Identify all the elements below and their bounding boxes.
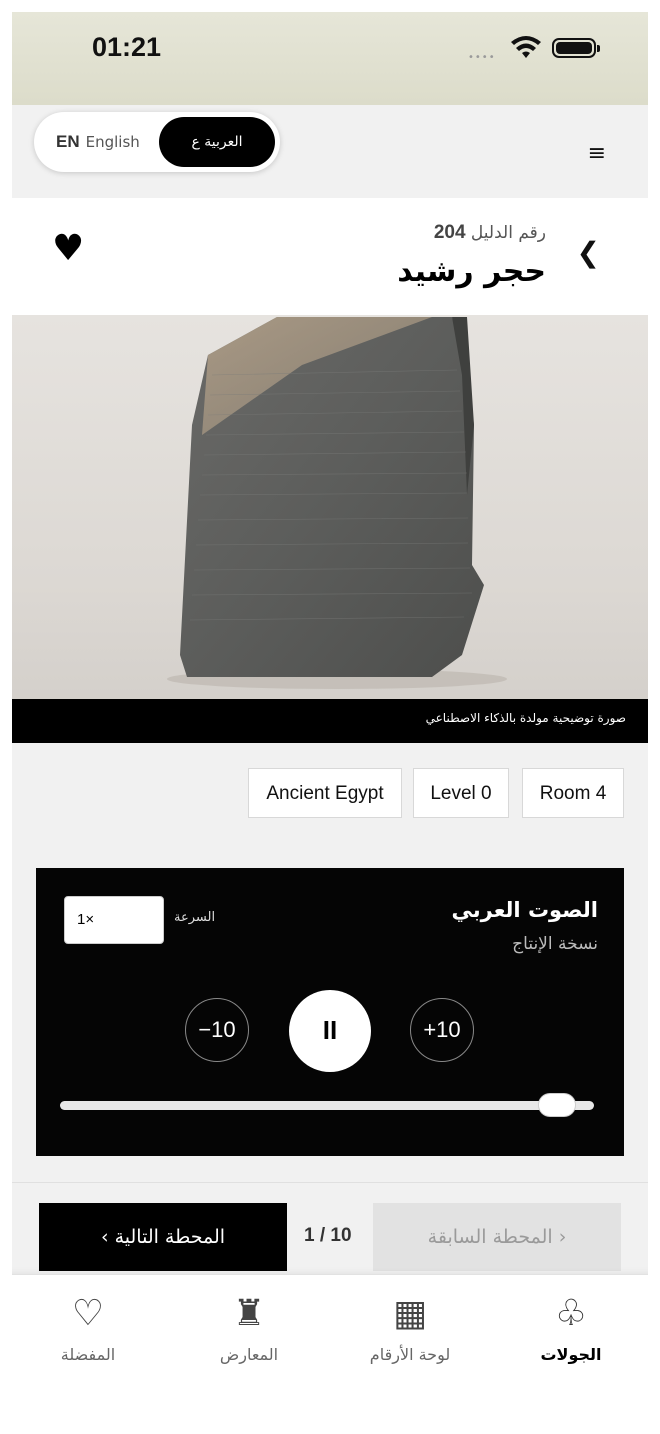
stop-navigation: المحطة التالية › 1 / 10 ‹ المحطة السابقة xyxy=(12,1182,648,1283)
battery-icon xyxy=(552,38,600,58)
app-header: EN English العربية ع ≡ xyxy=(12,105,648,197)
tab-favorites[interactable]: ♡ المفضلة xyxy=(12,1289,168,1364)
language-english-option[interactable]: EN English xyxy=(56,132,140,152)
catalog-number: رقم الدليل 204 xyxy=(434,222,546,244)
wifi-icon xyxy=(511,36,541,58)
tag-gallery[interactable]: Ancient Egypt xyxy=(248,768,402,818)
tab-galleries-label: المعارض xyxy=(219,1345,279,1364)
tab-tours[interactable]: ♧ الجولات xyxy=(491,1289,648,1364)
rook-icon: ♜ xyxy=(232,1293,266,1334)
audio-title: الصوت العربي xyxy=(451,898,599,922)
forward-10-button[interactable]: +10 xyxy=(410,998,474,1062)
tab-keypad[interactable]: ▦ لوحة الأرقام xyxy=(330,1289,490,1364)
language-en-code: EN xyxy=(56,132,80,151)
hamburger-menu-icon[interactable]: ≡ xyxy=(588,141,606,166)
speed-select[interactable]: 1× xyxy=(64,896,164,944)
heart-outline-icon: ♡ xyxy=(71,1293,105,1334)
language-arabic-option[interactable]: العربية ع xyxy=(159,117,275,167)
audio-subtitle: نسخة الإنتاج xyxy=(512,934,598,954)
object-image xyxy=(12,315,648,699)
back-chevron-icon[interactable]: ❮ xyxy=(577,236,600,269)
rosetta-stone-image xyxy=(167,317,507,689)
language-toggle[interactable]: EN English العربية ع xyxy=(34,112,280,172)
audio-player: الصوت العربي نسخة الإنتاج السرعة 1× −10 … xyxy=(36,868,624,1156)
tab-keypad-label: لوحة الأرقام xyxy=(369,1345,451,1364)
tag-level[interactable]: Level 0 xyxy=(413,768,509,818)
tab-favorites-label: المفضلة xyxy=(60,1345,116,1364)
tab-tours-label: الجولات xyxy=(540,1345,602,1364)
next-stop-button[interactable]: المحطة التالية › xyxy=(39,1203,287,1271)
app-screen: 01:21 •••• EN English العربية ع ≡ ♥ رقم ا… xyxy=(12,12,648,1434)
tab-galleries[interactable]: ♜ المعارض xyxy=(169,1289,329,1364)
image-caption: صورة توضيحية مولدة بالذكاء الاصطناعي xyxy=(425,711,626,725)
keypad-grid-icon: ▦ xyxy=(392,1293,427,1334)
object-title: حجر رشيد xyxy=(397,254,546,289)
audio-progress-track[interactable] xyxy=(60,1101,594,1110)
favorite-heart-icon[interactable]: ♥ xyxy=(52,228,84,269)
previous-stop-button[interactable]: ‹ المحطة السابقة xyxy=(373,1203,621,1271)
speed-value: 1× xyxy=(77,911,95,928)
rewind-10-button[interactable]: −10 xyxy=(185,998,249,1062)
bottom-tab-bar: ♡ المفضلة ♜ المعارض ▦ لوحة الأرقام ♧ الج… xyxy=(12,1274,648,1434)
catalog-number-value: 204 xyxy=(433,222,466,243)
pause-button[interactable]: II xyxy=(289,990,371,1072)
club-icon: ♧ xyxy=(554,1293,588,1334)
status-time: 01:21 xyxy=(92,32,162,62)
catalog-label: رقم الدليل xyxy=(470,223,546,243)
status-bar: 01:21 •••• xyxy=(12,12,648,105)
image-caption-bar: صورة توضيحية مولدة بالذكاء الاصطناعي xyxy=(12,699,648,743)
object-header: ♥ رقم الدليل 204 حجر رشيد ❮ xyxy=(12,198,648,315)
tag-room[interactable]: Room 4 xyxy=(522,768,624,818)
stop-counter: 1 / 10 xyxy=(304,1225,352,1246)
language-en-label: English xyxy=(85,133,140,151)
cellular-signal-icon: •••• xyxy=(468,52,496,63)
speed-label: السرعة xyxy=(174,910,216,925)
audio-progress-thumb[interactable] xyxy=(538,1094,575,1116)
